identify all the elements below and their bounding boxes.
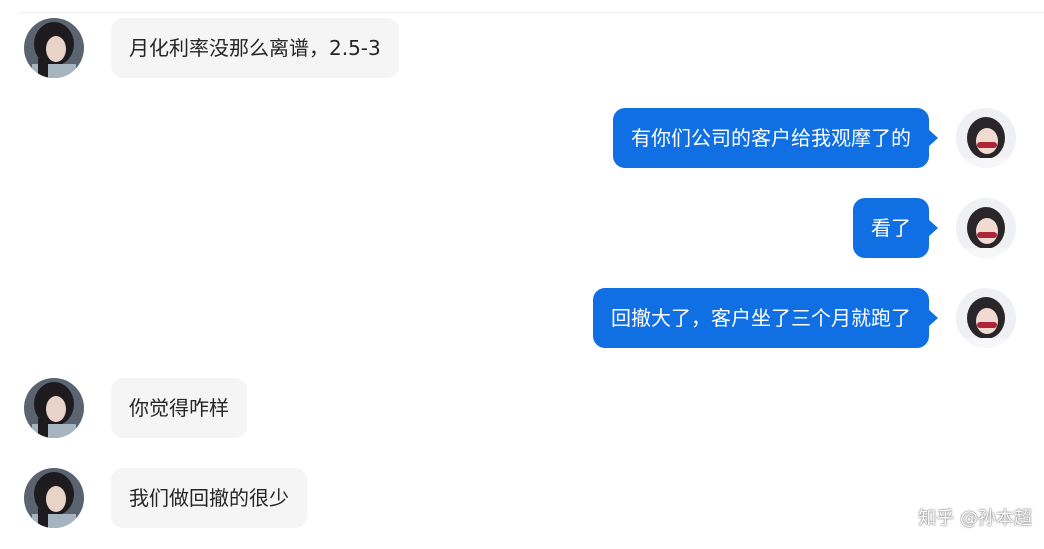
message-bubble-outgoing[interactable]: 看了 [853,198,938,258]
message-row-incoming: 月化利率没那么离谱，2.5-3 [0,18,1044,78]
message-row-outgoing: 有你们公司的客户给我观摩了的 [0,108,1044,168]
contact-avatar[interactable] [24,378,84,438]
message-bubble-incoming[interactable]: 月化利率没那么离谱，2.5-3 [111,18,399,78]
message-bubble-incoming[interactable]: 我们做回撤的很少 [111,468,307,528]
user-avatar[interactable] [956,108,1016,168]
contact-avatar[interactable] [24,18,84,78]
watermark: 知乎 @孙本超 [918,508,1032,529]
message-bubble-incoming[interactable]: 你觉得咋样 [111,378,247,438]
message-row-incoming: 我们做回撤的很少 [0,468,1044,528]
user-avatar[interactable] [956,288,1016,348]
user-avatar[interactable] [956,198,1016,258]
message-row-incoming: 你觉得咋样 [0,378,1044,438]
message-bubble-outgoing[interactable]: 有你们公司的客户给我观摩了的 [613,108,938,168]
top-divider [20,12,1044,13]
contact-avatar[interactable] [24,468,84,528]
message-row-outgoing: 回撤大了，客户坐了三个月就跑了 [0,288,1044,348]
message-bubble-outgoing[interactable]: 回撤大了，客户坐了三个月就跑了 [593,288,938,348]
message-row-outgoing: 看了 [0,198,1044,258]
